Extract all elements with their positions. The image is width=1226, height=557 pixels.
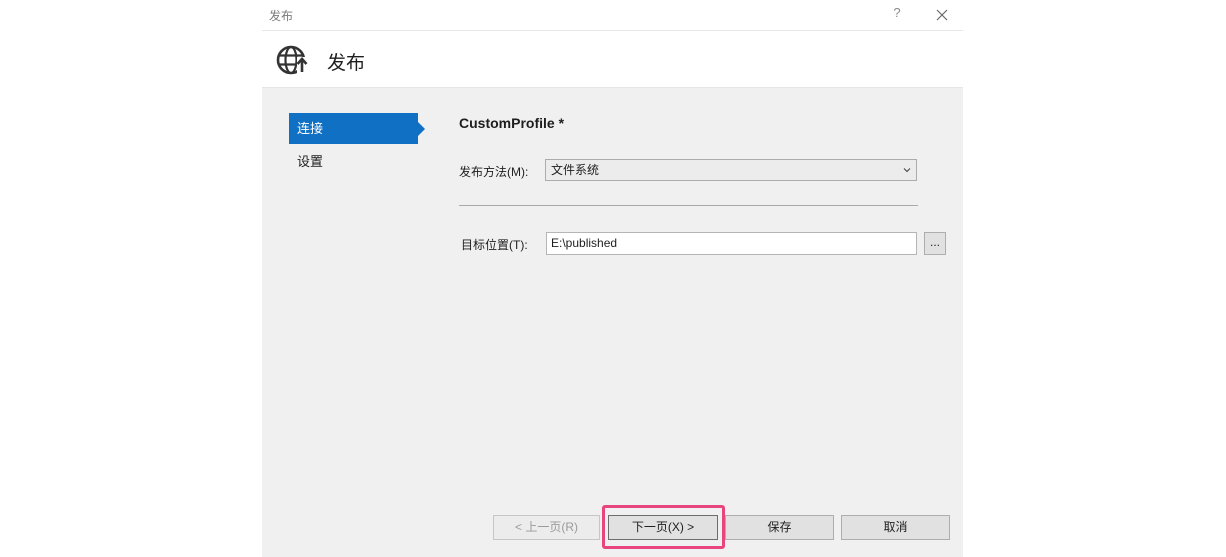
publish-method-label: 发布方法(M): [459, 165, 529, 179]
page-title: 发布 [327, 53, 366, 74]
browse-button[interactable]: ... [924, 232, 946, 255]
publish-method-select[interactable]: 文件系统 [545, 159, 917, 181]
sidebar-item-connection[interactable]: 连接 [289, 113, 425, 144]
cancel-button[interactable]: 取消 [841, 515, 950, 540]
title-bar: 发布 ? [262, 0, 963, 31]
help-button[interactable]: ? [889, 5, 905, 23]
close-icon[interactable] [932, 5, 952, 25]
window-title: 发布 [269, 9, 294, 23]
target-location-label: 目标位置(T): [461, 238, 528, 252]
profile-title: CustomProfile * [459, 115, 565, 131]
publish-method-value: 文件系统 [551, 163, 600, 177]
dialog-header: 发布 [262, 31, 963, 88]
globe-publish-icon [275, 43, 309, 77]
divider [459, 205, 918, 206]
sidebar-nav: 连接 设置 [289, 113, 425, 177]
next-button[interactable]: 下一页(X) > [608, 515, 718, 540]
sidebar-item-settings[interactable]: 设置 [289, 146, 418, 177]
chevron-down-icon [902, 160, 912, 180]
previous-button[interactable]: < 上一页(R) [493, 515, 600, 540]
publish-dialog: 发布 ? 发布 连接 设置 CustomProfile * 发布方法(M): 文… [262, 0, 963, 557]
save-button[interactable]: 保存 [725, 515, 834, 540]
target-location-input[interactable]: E:\published [546, 232, 917, 255]
